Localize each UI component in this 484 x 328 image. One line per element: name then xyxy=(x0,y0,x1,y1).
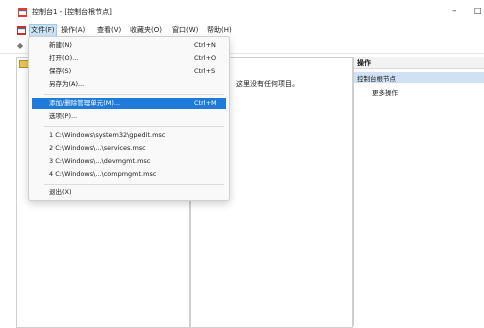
minimize-button[interactable]: – xyxy=(452,6,457,16)
actions-section-label: 控制台根节点 xyxy=(357,75,396,83)
menu-item-shortcut: Ctrl+N xyxy=(194,41,216,49)
menu-item-label: 打开(O)... xyxy=(49,54,79,62)
menu-item-label: 1 C:\Windows\system32\gpedit.msc xyxy=(49,131,166,139)
menu-item-label: 保存(S) xyxy=(49,67,72,75)
menu-view[interactable]: 查看(V) xyxy=(96,25,122,36)
system-menu-icon[interactable] xyxy=(17,26,26,35)
menu-item-label: 另存为(A)... xyxy=(49,80,85,88)
file-menu-dropdown: 新建(N) Ctrl+N 打开(O)... Ctrl+O 保存(S) Ctrl+… xyxy=(28,36,230,201)
actions-header-label: 操作 xyxy=(357,59,371,67)
menu-item-shortcut: Ctrl+O xyxy=(194,54,217,62)
menu-item-exit[interactable]: 退出(X) xyxy=(32,187,226,198)
menu-item-recent-2[interactable]: 2 C:\Windows\...\services.msc xyxy=(32,143,226,154)
menu-item-options[interactable]: 选项(P)... xyxy=(32,111,226,122)
menu-item-recent-3[interactable]: 3 C:\Windows\...\devmgmt.msc xyxy=(32,156,226,167)
menu-item-label: 2 C:\Windows\...\services.msc xyxy=(49,144,146,152)
menu-separator xyxy=(44,126,224,127)
back-arrow-icon[interactable]: ◆ xyxy=(17,41,23,50)
menu-item-shortcut: Ctrl+M xyxy=(194,99,217,107)
menu-item-recent-4[interactable]: 4 C:\Windows\...\compmgmt.msc xyxy=(32,169,226,180)
menu-item-save-as[interactable]: 另存为(A)... xyxy=(32,79,226,90)
menu-action[interactable]: 操作(A) xyxy=(60,25,86,36)
menu-item-label: 选项(P)... xyxy=(49,112,78,120)
menu-favorites[interactable]: 收藏夹(O) xyxy=(129,25,163,36)
more-actions-link[interactable]: 更多操作 xyxy=(372,87,398,97)
menu-item-add-remove-snapin[interactable]: 添加/删除管理单元(M)... Ctrl+M xyxy=(32,98,226,109)
menu-item-save[interactable]: 保存(S) Ctrl+S xyxy=(32,66,226,77)
actions-pane: 操作 控制台根节点 更多操作 xyxy=(353,57,484,326)
menu-item-open[interactable]: 打开(O)... Ctrl+O xyxy=(32,53,226,64)
menu-window[interactable]: 窗口(W) xyxy=(171,25,199,36)
menu-item-new[interactable]: 新建(N) Ctrl+N xyxy=(32,40,226,51)
empty-message: 这里没有任何项目。 xyxy=(236,80,299,88)
title-bar: 控制台1 - [控制台根节点] – □ xyxy=(0,0,484,22)
menu-help[interactable]: 帮助(H) xyxy=(206,25,233,36)
actions-section-root[interactable]: 控制台根节点 xyxy=(354,72,484,83)
menu-item-label: 4 C:\Windows\...\compmgmt.msc xyxy=(49,170,157,178)
menu-separator xyxy=(44,184,224,185)
menu-item-recent-1[interactable]: 1 C:\Windows\system32\gpedit.msc xyxy=(32,130,226,141)
window-title: 控制台1 - [控制台根节点] xyxy=(32,8,112,16)
actions-header: 操作 xyxy=(354,57,484,69)
menu-file[interactable]: 文件(F) xyxy=(29,24,57,37)
menu-item-label: 3 C:\Windows\...\devmgmt.msc xyxy=(49,157,151,165)
mmc-console-icon xyxy=(18,8,27,17)
menu-item-label: 添加/删除管理单元(M)... xyxy=(49,99,121,107)
menu-item-shortcut: Ctrl+S xyxy=(194,67,216,75)
menu-separator xyxy=(44,94,224,95)
menu-item-label: 退出(X) xyxy=(49,188,72,196)
maximize-button[interactable]: □ xyxy=(474,6,482,16)
menu-item-label: 新建(N) xyxy=(49,41,72,49)
